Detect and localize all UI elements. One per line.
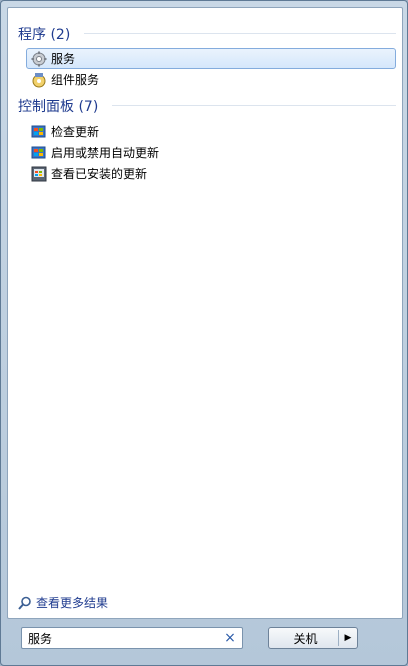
result-label: 组件服务 (51, 73, 100, 87)
section-title-control-panel: 控制面板 (7) (18, 99, 99, 115)
services-gear-icon (31, 51, 47, 67)
search-value[interactable]: 服务 (22, 630, 222, 647)
section-header-programs[interactable]: 程序 (2) (18, 24, 70, 44)
result-item-services[interactable]: 服务 (26, 48, 396, 69)
section-divider (112, 105, 396, 106)
search-results-panel: 程序 (2) 服务 组件服务 控制面板 (7) 检查更新 启用或禁用自动更新 查… (7, 7, 403, 619)
section-header-control-panel[interactable]: 控制面板 (7) (18, 96, 98, 116)
result-label: 启用或禁用自动更新 (51, 146, 160, 160)
result-item-auto-update[interactable]: 启用或禁用自动更新 (26, 142, 396, 163)
see-more-results-link[interactable]: 查看更多结果 (18, 594, 108, 611)
section-divider (84, 33, 396, 34)
start-menu-window: 程序 (2) 服务 组件服务 控制面板 (7) 检查更新 启用或禁用自动更新 查… (0, 0, 408, 666)
result-label: 检查更新 (51, 125, 100, 139)
shutdown-button[interactable]: 关机 ▶ (268, 627, 358, 649)
result-label: 查看已安装的更新 (51, 167, 148, 181)
windows-update-icon (31, 124, 47, 140)
magnifier-icon (18, 596, 32, 610)
shutdown-label[interactable]: 关机 (269, 630, 338, 647)
installed-updates-icon (31, 166, 47, 182)
component-services-icon (31, 72, 47, 88)
result-item-installed-updates[interactable]: 查看已安装的更新 (26, 163, 396, 184)
result-item-component-services[interactable]: 组件服务 (26, 69, 396, 90)
windows-update-icon (31, 145, 47, 161)
section-title-programs: 程序 (2) (18, 27, 71, 43)
see-more-label: 查看更多结果 (36, 596, 109, 610)
result-label: 服务 (51, 52, 76, 66)
shutdown-options-arrow-icon[interactable]: ▶ (339, 633, 357, 643)
clear-search-icon[interactable]: × (222, 630, 238, 646)
result-item-check-updates[interactable]: 检查更新 (26, 121, 396, 142)
search-input[interactable]: 服务 × (21, 627, 243, 649)
